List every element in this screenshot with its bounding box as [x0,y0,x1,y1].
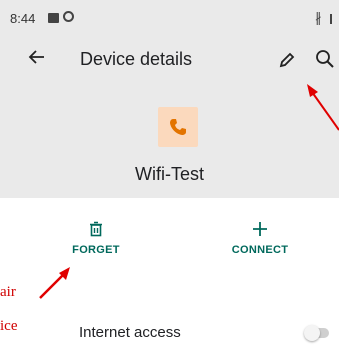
annotation-text-2: ice [0,318,18,334]
forget-label: FORGET [72,244,120,256]
search-icon [316,50,334,68]
page-title: Device details [80,49,193,69]
sync-icon [63,11,74,22]
status-bar: 8:44 ∦ [0,0,339,40]
annotation-text-1: air [0,284,16,300]
battery-icon [330,14,338,24]
arrow-left-icon [28,50,44,64]
pencil-icon [279,52,295,68]
internet-access-row[interactable]: Internet access [0,305,339,355]
trash-icon [90,221,102,237]
connect-label: CONNECT [231,244,289,256]
status-time: 8:44 [10,11,36,26]
plus-icon [253,222,267,236]
image-icon [48,13,59,23]
bluetooth-icon: ∦ [315,10,322,25]
back-button[interactable] [28,48,46,70]
forget-button[interactable]: FORGET [36,218,156,256]
search-button[interactable] [314,48,336,70]
device-name: Wifi-Test [135,164,204,184]
device-avatar [158,107,198,147]
device-header: Device details Wifi-Test [0,40,339,198]
annotation-arrow-forget [39,273,65,299]
annotation-arrowhead-forget [59,267,70,280]
internet-access-label: Internet access [79,324,181,341]
connect-button[interactable]: CONNECT [200,218,320,256]
phone-icon [170,119,186,135]
toggle-thumb[interactable] [304,325,320,341]
edit-button[interactable] [277,50,297,70]
